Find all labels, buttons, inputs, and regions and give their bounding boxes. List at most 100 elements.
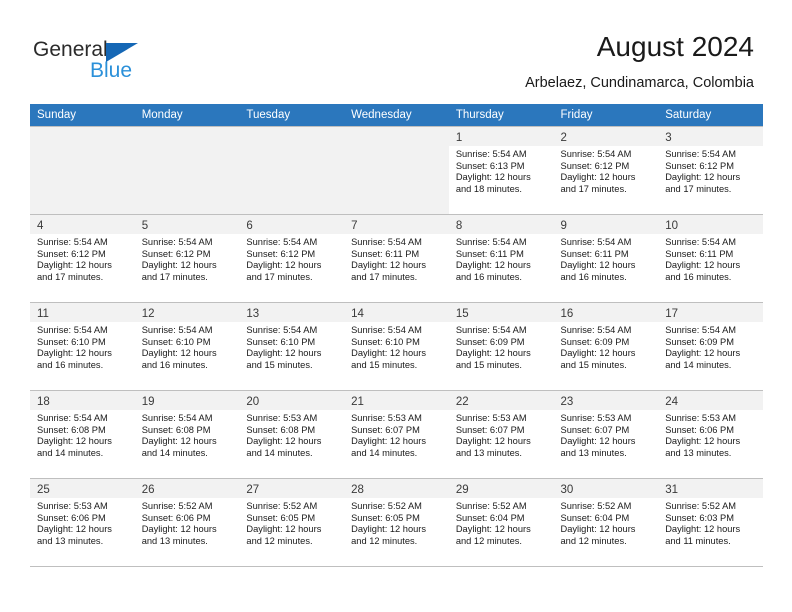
title-block: August 2024 Arbelaez, Cundinamarca, Colo… [525,30,754,93]
day-sun-info: Sunrise: 5:53 AM Sunset: 6:08 PM Daylight:… [239,410,345,476]
calendar-week-row: 18 Sunrise: 5:54 AM Sunset: 6:08 PM Dayligh… [30,390,763,478]
day-info-line: and 14 minutes. [141,448,208,459]
calendar-day-cell[interactable]: 28 Sunrise: 5:52 AM Sunset: 6:05 PM Dayligh… [344,478,449,566]
day-info-line: and 17 minutes. [665,184,732,195]
calendar-day-cell[interactable]: 30 Sunrise: 5:52 AM Sunset: 6:04 PM Dayligh… [553,478,659,566]
day-info-line: Sunrise: 5:53 AM [665,413,737,423]
calendar-day-cell[interactable]: 5 Sunrise: 5:54 AM Sunset: 6:12 PM Daylight… [134,214,240,302]
day-info-line: Daylight: 12 hours [141,524,217,535]
day-sun-info: Sunrise: 5:52 AM Sunset: 6:05 PM Daylight:… [344,498,449,564]
calendar-week-row: 1 Sunrise: 5:54 AM Sunset: 6:13 PM Daylight… [30,126,763,214]
day-number: 5 [134,215,240,234]
calendar-day-cell[interactable]: 9 Sunrise: 5:54 AM Sunset: 6:11 PM Daylight… [553,214,659,302]
calendar-day-cell[interactable]: 16 Sunrise: 5:54 AM Sunset: 6:09 PM Dayligh… [553,302,659,390]
day-number: 23 [553,391,659,410]
day-info-line: Daylight: 12 hours [560,524,636,535]
calendar-day-cell[interactable]: 31 Sunrise: 5:52 AM Sunset: 6:03 PM Dayligh… [658,478,763,566]
calendar-cell-empty [134,126,240,214]
day-info-line: and 12 minutes. [246,536,313,547]
day-sun-info: Sunrise: 5:53 AM Sunset: 6:07 PM Daylight:… [553,410,659,476]
day-info-line: Sunset: 6:12 PM [665,160,734,171]
day-info-line: Sunset: 6:05 PM [351,512,420,523]
day-info-line: Sunrise: 5:54 AM [560,237,632,247]
day-sun-info: Sunrise: 5:54 AM Sunset: 6:10 PM Daylight:… [30,322,135,388]
calendar-day-cell[interactable]: 13 Sunrise: 5:54 AM Sunset: 6:10 PM Dayligh… [239,302,345,390]
day-number: 28 [344,479,449,498]
day-info-line: Daylight: 12 hours [560,348,636,359]
day-sun-info: Sunrise: 5:54 AM Sunset: 6:12 PM Daylight:… [239,234,345,300]
day-sun-info: Sunrise: 5:54 AM Sunset: 6:09 PM Daylight:… [448,322,554,388]
day-info-line: Sunrise: 5:54 AM [37,237,108,247]
day-sun-info: Sunrise: 5:52 AM Sunset: 6:03 PM Daylight:… [658,498,763,564]
day-info-line: and 14 minutes. [665,360,732,371]
day-number: 8 [448,215,554,234]
calendar-day-cell[interactable]: 22 Sunrise: 5:53 AM Sunset: 6:07 PM Dayligh… [448,390,554,478]
calendar-day-cell[interactable]: 20 Sunrise: 5:53 AM Sunset: 6:08 PM Dayligh… [239,390,345,478]
calendar-day-cell[interactable]: 18 Sunrise: 5:54 AM Sunset: 6:08 PM Dayligh… [30,390,135,478]
day-info-line: Sunset: 6:07 PM [455,424,525,435]
calendar-day-cell[interactable]: 2 Sunrise: 5:54 AM Sunset: 6:12 PM Daylight… [553,126,659,214]
calendar-day-cell[interactable]: 19 Sunrise: 5:54 AM Sunset: 6:08 PM Dayligh… [134,390,240,478]
day-info-line: Sunset: 6:08 PM [246,424,316,435]
day-info-line: and 16 minutes. [665,272,732,283]
calendar-day-cell[interactable]: 1 Sunrise: 5:54 AM Sunset: 6:13 PM Daylight… [448,126,554,214]
day-info-line: Sunset: 6:11 PM [560,248,629,259]
day-sun-info: Sunrise: 5:54 AM Sunset: 6:11 PM Daylight:… [448,234,554,300]
day-sun-info: Sunrise: 5:54 AM Sunset: 6:11 PM Daylight:… [344,234,449,300]
calendar-day-cell[interactable]: 25 Sunrise: 5:53 AM Sunset: 6:06 PM Dayligh… [30,478,135,566]
calendar-day-cell[interactable]: 26 Sunrise: 5:52 AM Sunset: 6:06 PM Dayligh… [134,478,240,566]
day-sun-info: Sunrise: 5:53 AM Sunset: 6:07 PM Daylight:… [344,410,449,476]
day-number: 1 [448,127,554,146]
calendar-day-cell[interactable]: 8 Sunrise: 5:54 AM Sunset: 6:11 PM Daylight… [448,214,554,302]
day-number: 31 [658,479,763,498]
day-info-line: Sunrise: 5:52 AM [141,501,213,511]
weekday-header-friday: Friday [553,104,659,126]
day-info-line: Daylight: 12 hours [351,348,427,359]
calendar-page: General Blue August 2024 Arbelaez, Cundi… [0,0,792,612]
day-info-line: Sunrise: 5:53 AM [560,413,632,423]
day-info-line: and 12 minutes. [455,536,522,547]
day-info-line: and 14 minutes. [246,448,313,459]
day-info-line: Sunset: 6:03 PM [665,512,734,523]
calendar-day-cell[interactable]: 29 Sunrise: 5:52 AM Sunset: 6:04 PM Dayligh… [448,478,554,566]
calendar-day-cell[interactable]: 12 Sunrise: 5:54 AM Sunset: 6:10 PM Dayligh… [134,302,240,390]
day-info-line: Sunset: 6:09 PM [560,336,630,347]
day-info-line: Sunset: 6:11 PM [455,248,524,259]
calendar-day-cell[interactable]: 23 Sunrise: 5:53 AM Sunset: 6:07 PM Dayligh… [553,390,659,478]
day-info-line: Sunrise: 5:54 AM [351,237,422,247]
day-sun-info: Sunrise: 5:52 AM Sunset: 6:06 PM Daylight:… [134,498,240,564]
day-info-line: and 17 minutes. [246,272,313,283]
day-number: 20 [239,391,345,410]
calendar-day-cell[interactable]: 27 Sunrise: 5:52 AM Sunset: 6:05 PM Dayligh… [239,478,345,566]
day-info-line: and 15 minutes. [246,360,313,371]
general-blue-logo[interactable]: General Blue [33,38,233,88]
day-info-line: Daylight: 12 hours [455,348,531,359]
day-info-line: Daylight: 12 hours [37,524,112,535]
calendar-day-cell[interactable]: 17 Sunrise: 5:54 AM Sunset: 6:09 PM Dayligh… [658,302,763,390]
calendar-day-cell[interactable]: 3 Sunrise: 5:54 AM Sunset: 6:12 PM Daylight… [658,126,763,214]
day-info-line: Daylight: 12 hours [560,260,636,271]
day-info-line: Sunrise: 5:54 AM [665,237,737,247]
calendar-day-cell[interactable]: 6 Sunrise: 5:54 AM Sunset: 6:12 PM Daylight… [239,214,345,302]
calendar-day-cell[interactable]: 24 Sunrise: 5:53 AM Sunset: 6:06 PM Dayligh… [658,390,763,478]
day-info-line: Sunrise: 5:54 AM [560,149,632,159]
calendar-day-cell[interactable]: 21 Sunrise: 5:53 AM Sunset: 6:07 PM Dayligh… [344,390,449,478]
day-number: 24 [658,391,763,410]
day-info-line: Daylight: 12 hours [351,260,427,271]
calendar-day-cell[interactable]: 4 Sunrise: 5:54 AM Sunset: 6:12 PM Daylight… [30,214,135,302]
calendar-day-cell[interactable]: 15 Sunrise: 5:54 AM Sunset: 6:09 PM Dayligh… [448,302,554,390]
day-info-line: Sunrise: 5:52 AM [351,501,422,511]
day-info-line: Sunrise: 5:53 AM [351,413,422,423]
calendar-day-cell[interactable]: 11 Sunrise: 5:54 AM Sunset: 6:10 PM Dayligh… [30,302,135,390]
day-info-line: Sunset: 6:06 PM [37,512,106,523]
calendar-day-cell[interactable]: 10 Sunrise: 5:54 AM Sunset: 6:11 PM Dayligh… [658,214,763,302]
day-sun-info: Sunrise: 5:52 AM Sunset: 6:04 PM Daylight:… [448,498,554,564]
day-info-line: Daylight: 12 hours [560,172,636,183]
day-info-line: Sunrise: 5:54 AM [246,325,318,335]
day-sun-info: Sunrise: 5:52 AM Sunset: 6:05 PM Daylight:… [239,498,345,564]
day-info-line: and 16 minutes. [37,360,104,371]
day-sun-info [239,146,345,212]
day-info-line: Sunset: 6:12 PM [37,248,106,259]
calendar-day-cell[interactable]: 14 Sunrise: 5:54 AM Sunset: 6:10 PM Dayligh… [344,302,449,390]
calendar-day-cell[interactable]: 7 Sunrise: 5:54 AM Sunset: 6:11 PM Daylight… [344,214,449,302]
